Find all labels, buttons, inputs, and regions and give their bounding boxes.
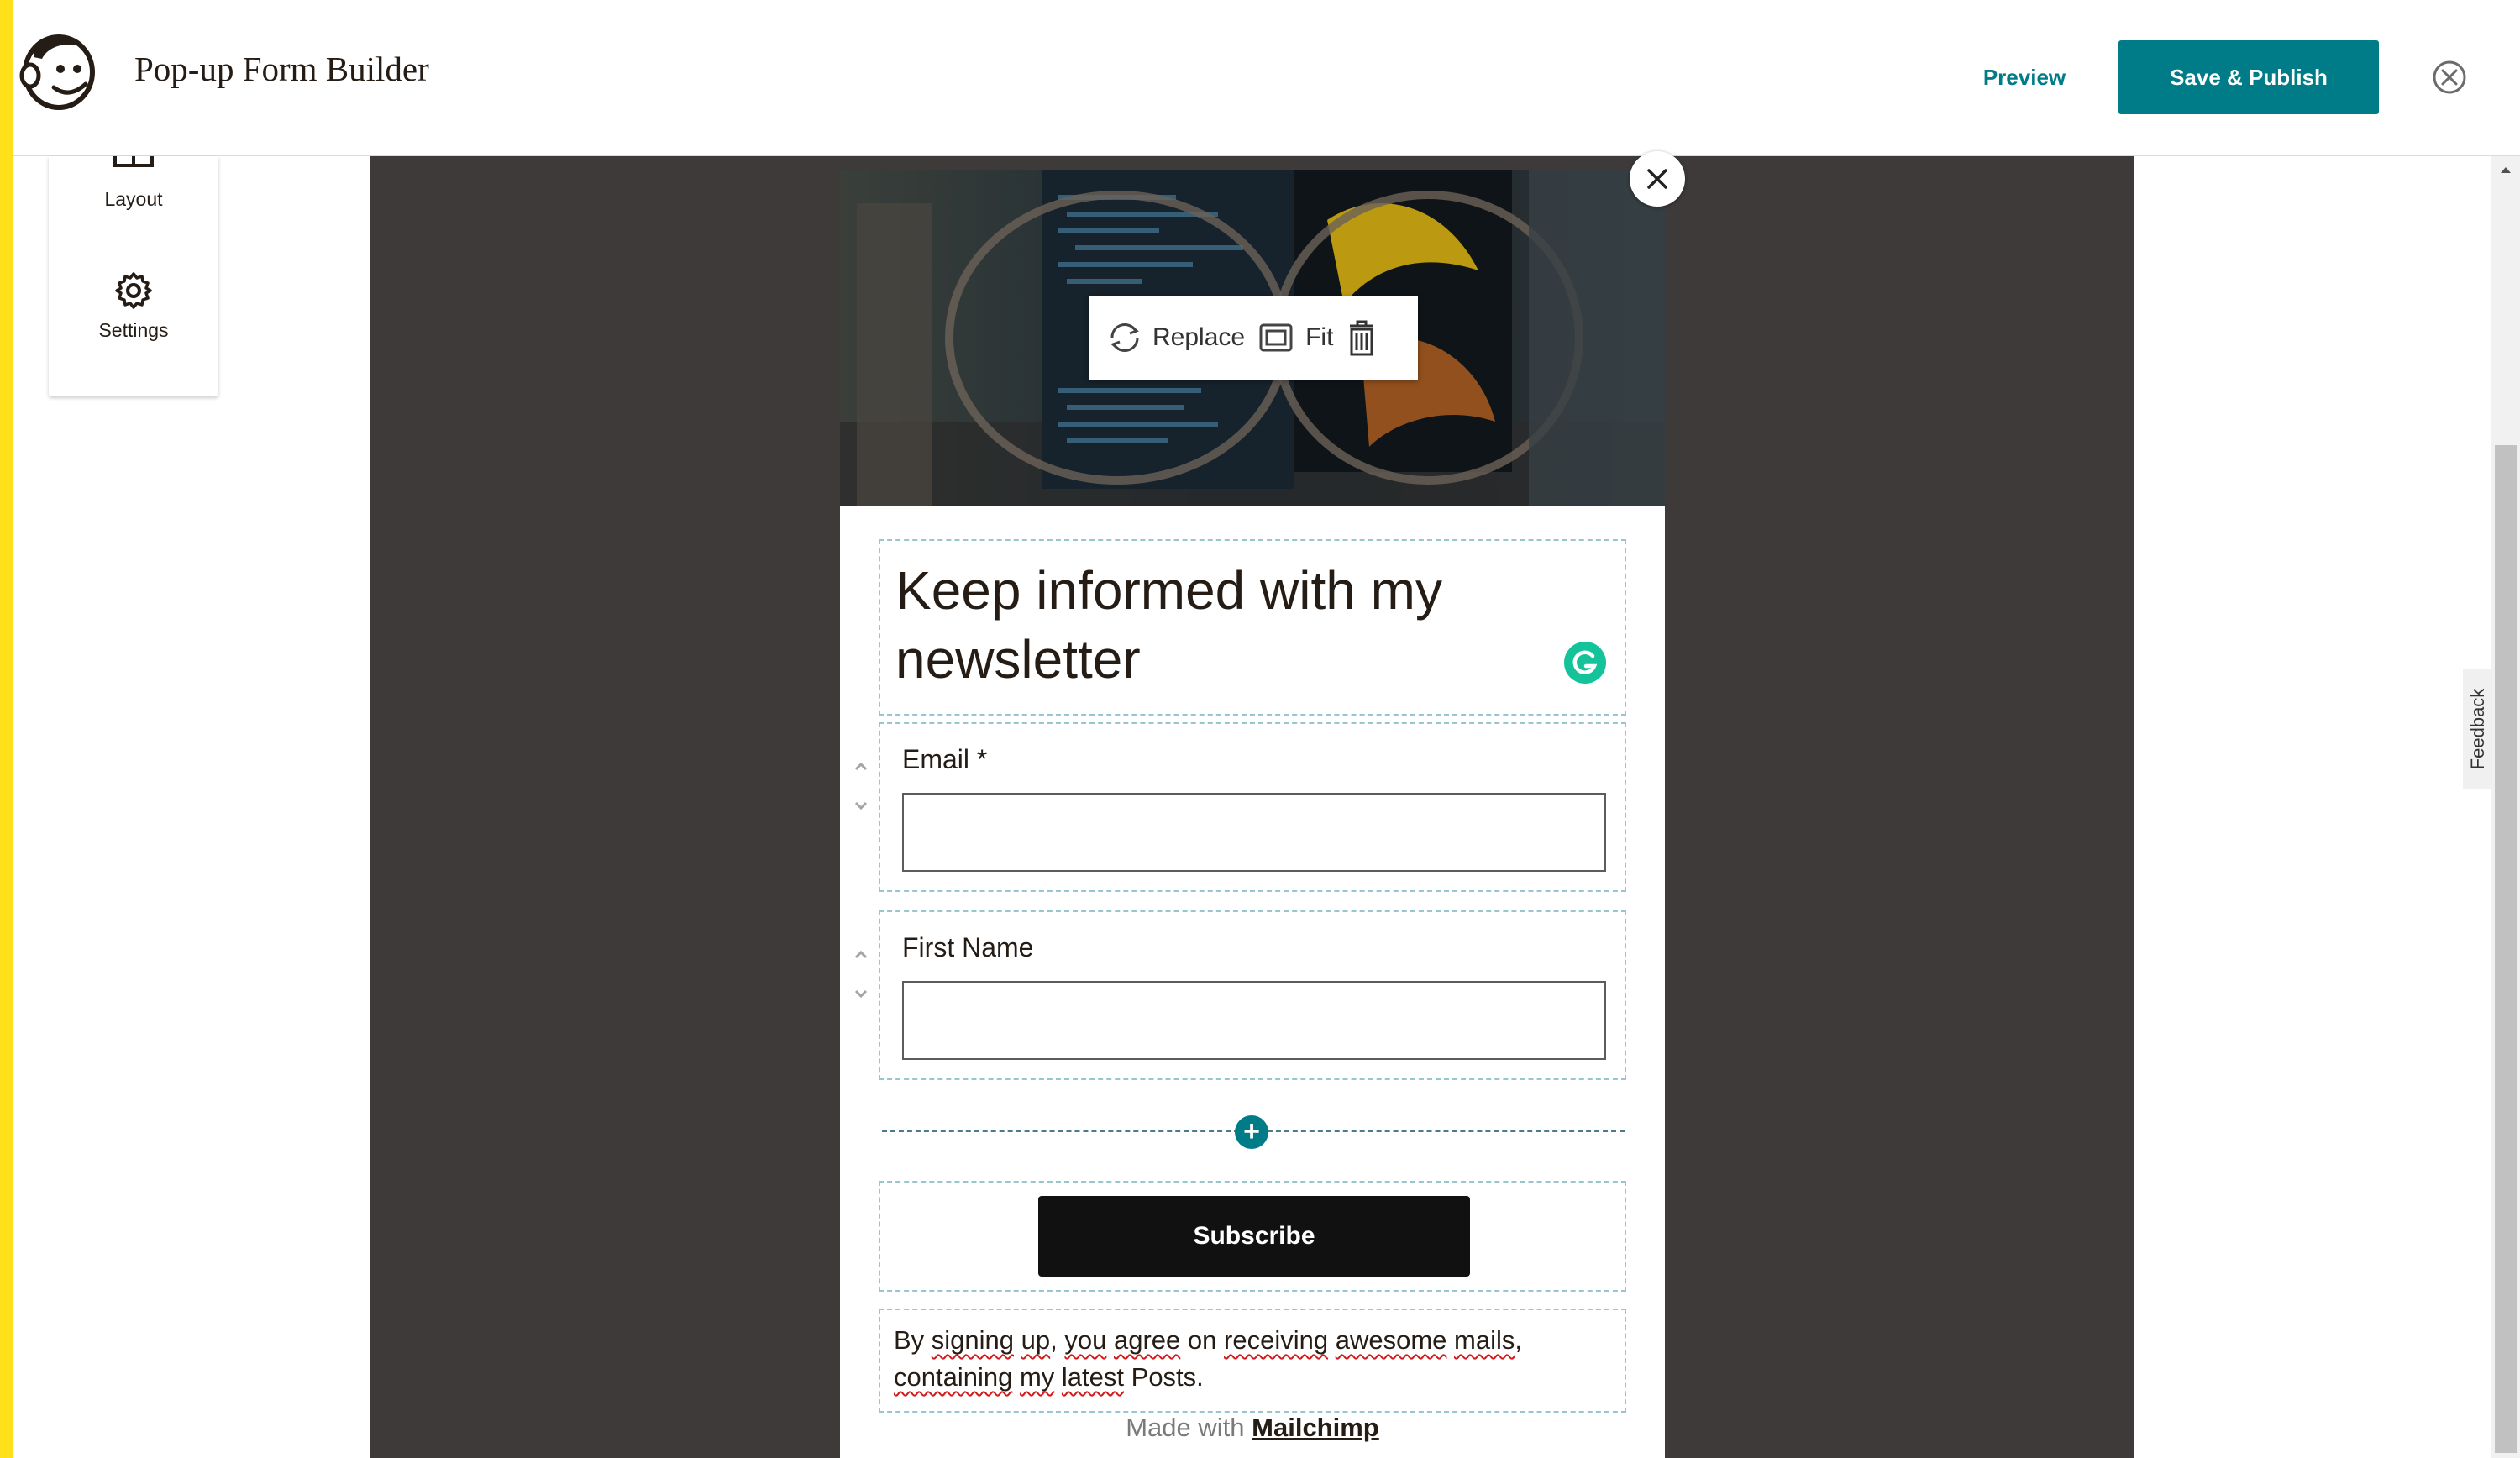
sidebar-item-label: Settings bbox=[98, 319, 169, 341]
popup-close-icon[interactable] bbox=[1630, 151, 1685, 207]
mailchimp-logo-icon[interactable] bbox=[17, 24, 101, 111]
gear-icon bbox=[115, 272, 152, 309]
app-title: Pop-up Form Builder bbox=[134, 50, 429, 88]
replace-image-button[interactable]: Replace bbox=[1105, 321, 1245, 354]
first-name-field-block[interactable]: First Name bbox=[879, 910, 1626, 1080]
grammarly-icon[interactable] bbox=[1564, 642, 1606, 684]
feedback-tab[interactable]: Feedback bbox=[2463, 669, 2493, 789]
replace-label: Replace bbox=[1152, 323, 1246, 351]
add-block-plus-icon[interactable]: + bbox=[1235, 1115, 1268, 1149]
image-toolbar: Replace Fit bbox=[1089, 296, 1418, 380]
fit-frame-icon bbox=[1259, 323, 1293, 352]
headline-block[interactable]: Keep informed with my newsletter bbox=[879, 539, 1626, 716]
terms-text[interactable]: By signing up, you agree on receiving aw… bbox=[894, 1322, 1616, 1396]
reorder-email-field[interactable] bbox=[848, 753, 874, 820]
terms-block[interactable]: By signing up, you agree on receiving aw… bbox=[879, 1309, 1626, 1413]
first-name-field[interactable] bbox=[902, 981, 1606, 1060]
sidebar-item-label: Layout bbox=[104, 188, 163, 210]
subscribe-block[interactable]: Subscribe bbox=[879, 1181, 1626, 1292]
first-name-label: First Name bbox=[902, 932, 1034, 962]
tool-panel: Layout Settings bbox=[49, 156, 218, 396]
chevron-up-down-icon bbox=[854, 950, 868, 999]
sidebar-item-layout[interactable]: Layout bbox=[49, 156, 218, 223]
layout-icon bbox=[113, 156, 154, 167]
subscribe-button[interactable]: Subscribe bbox=[1038, 1196, 1470, 1277]
mailchimp-link[interactable]: Mailchimp bbox=[1252, 1413, 1379, 1442]
close-circle-icon[interactable] bbox=[2431, 59, 2468, 96]
email-label: Email * bbox=[902, 744, 988, 774]
chevron-up-down-icon bbox=[854, 762, 868, 810]
reorder-first-name-field[interactable] bbox=[848, 941, 874, 1008]
popup-form: Replace Fit Keep informed with my newsle… bbox=[840, 170, 1665, 1458]
save-publish-button[interactable]: Save & Publish bbox=[2118, 40, 2379, 114]
scrollbar-thumb[interactable] bbox=[2495, 445, 2517, 1453]
email-field[interactable] bbox=[902, 793, 1606, 872]
scroll-up-arrow-icon[interactable] bbox=[2495, 160, 2517, 181]
headline-text[interactable]: Keep informed with my newsletter bbox=[895, 556, 1551, 694]
made-with-text: Made with bbox=[1126, 1413, 1245, 1442]
feedback-label: Feedback bbox=[2467, 688, 2488, 770]
sidebar-item-settings[interactable]: Settings bbox=[49, 270, 218, 354]
fit-image-button[interactable]: Fit bbox=[1258, 322, 1333, 354]
preview-button[interactable]: Preview bbox=[1957, 54, 2092, 101]
trash-icon[interactable] bbox=[1347, 319, 1377, 356]
brand-strip bbox=[0, 0, 13, 1458]
fit-label: Fit bbox=[1305, 323, 1334, 351]
refresh-icon bbox=[1110, 323, 1139, 353]
made-with-footer: Made with Mailchimp bbox=[840, 1413, 1665, 1443]
email-field-block[interactable]: Email * bbox=[879, 722, 1626, 892]
